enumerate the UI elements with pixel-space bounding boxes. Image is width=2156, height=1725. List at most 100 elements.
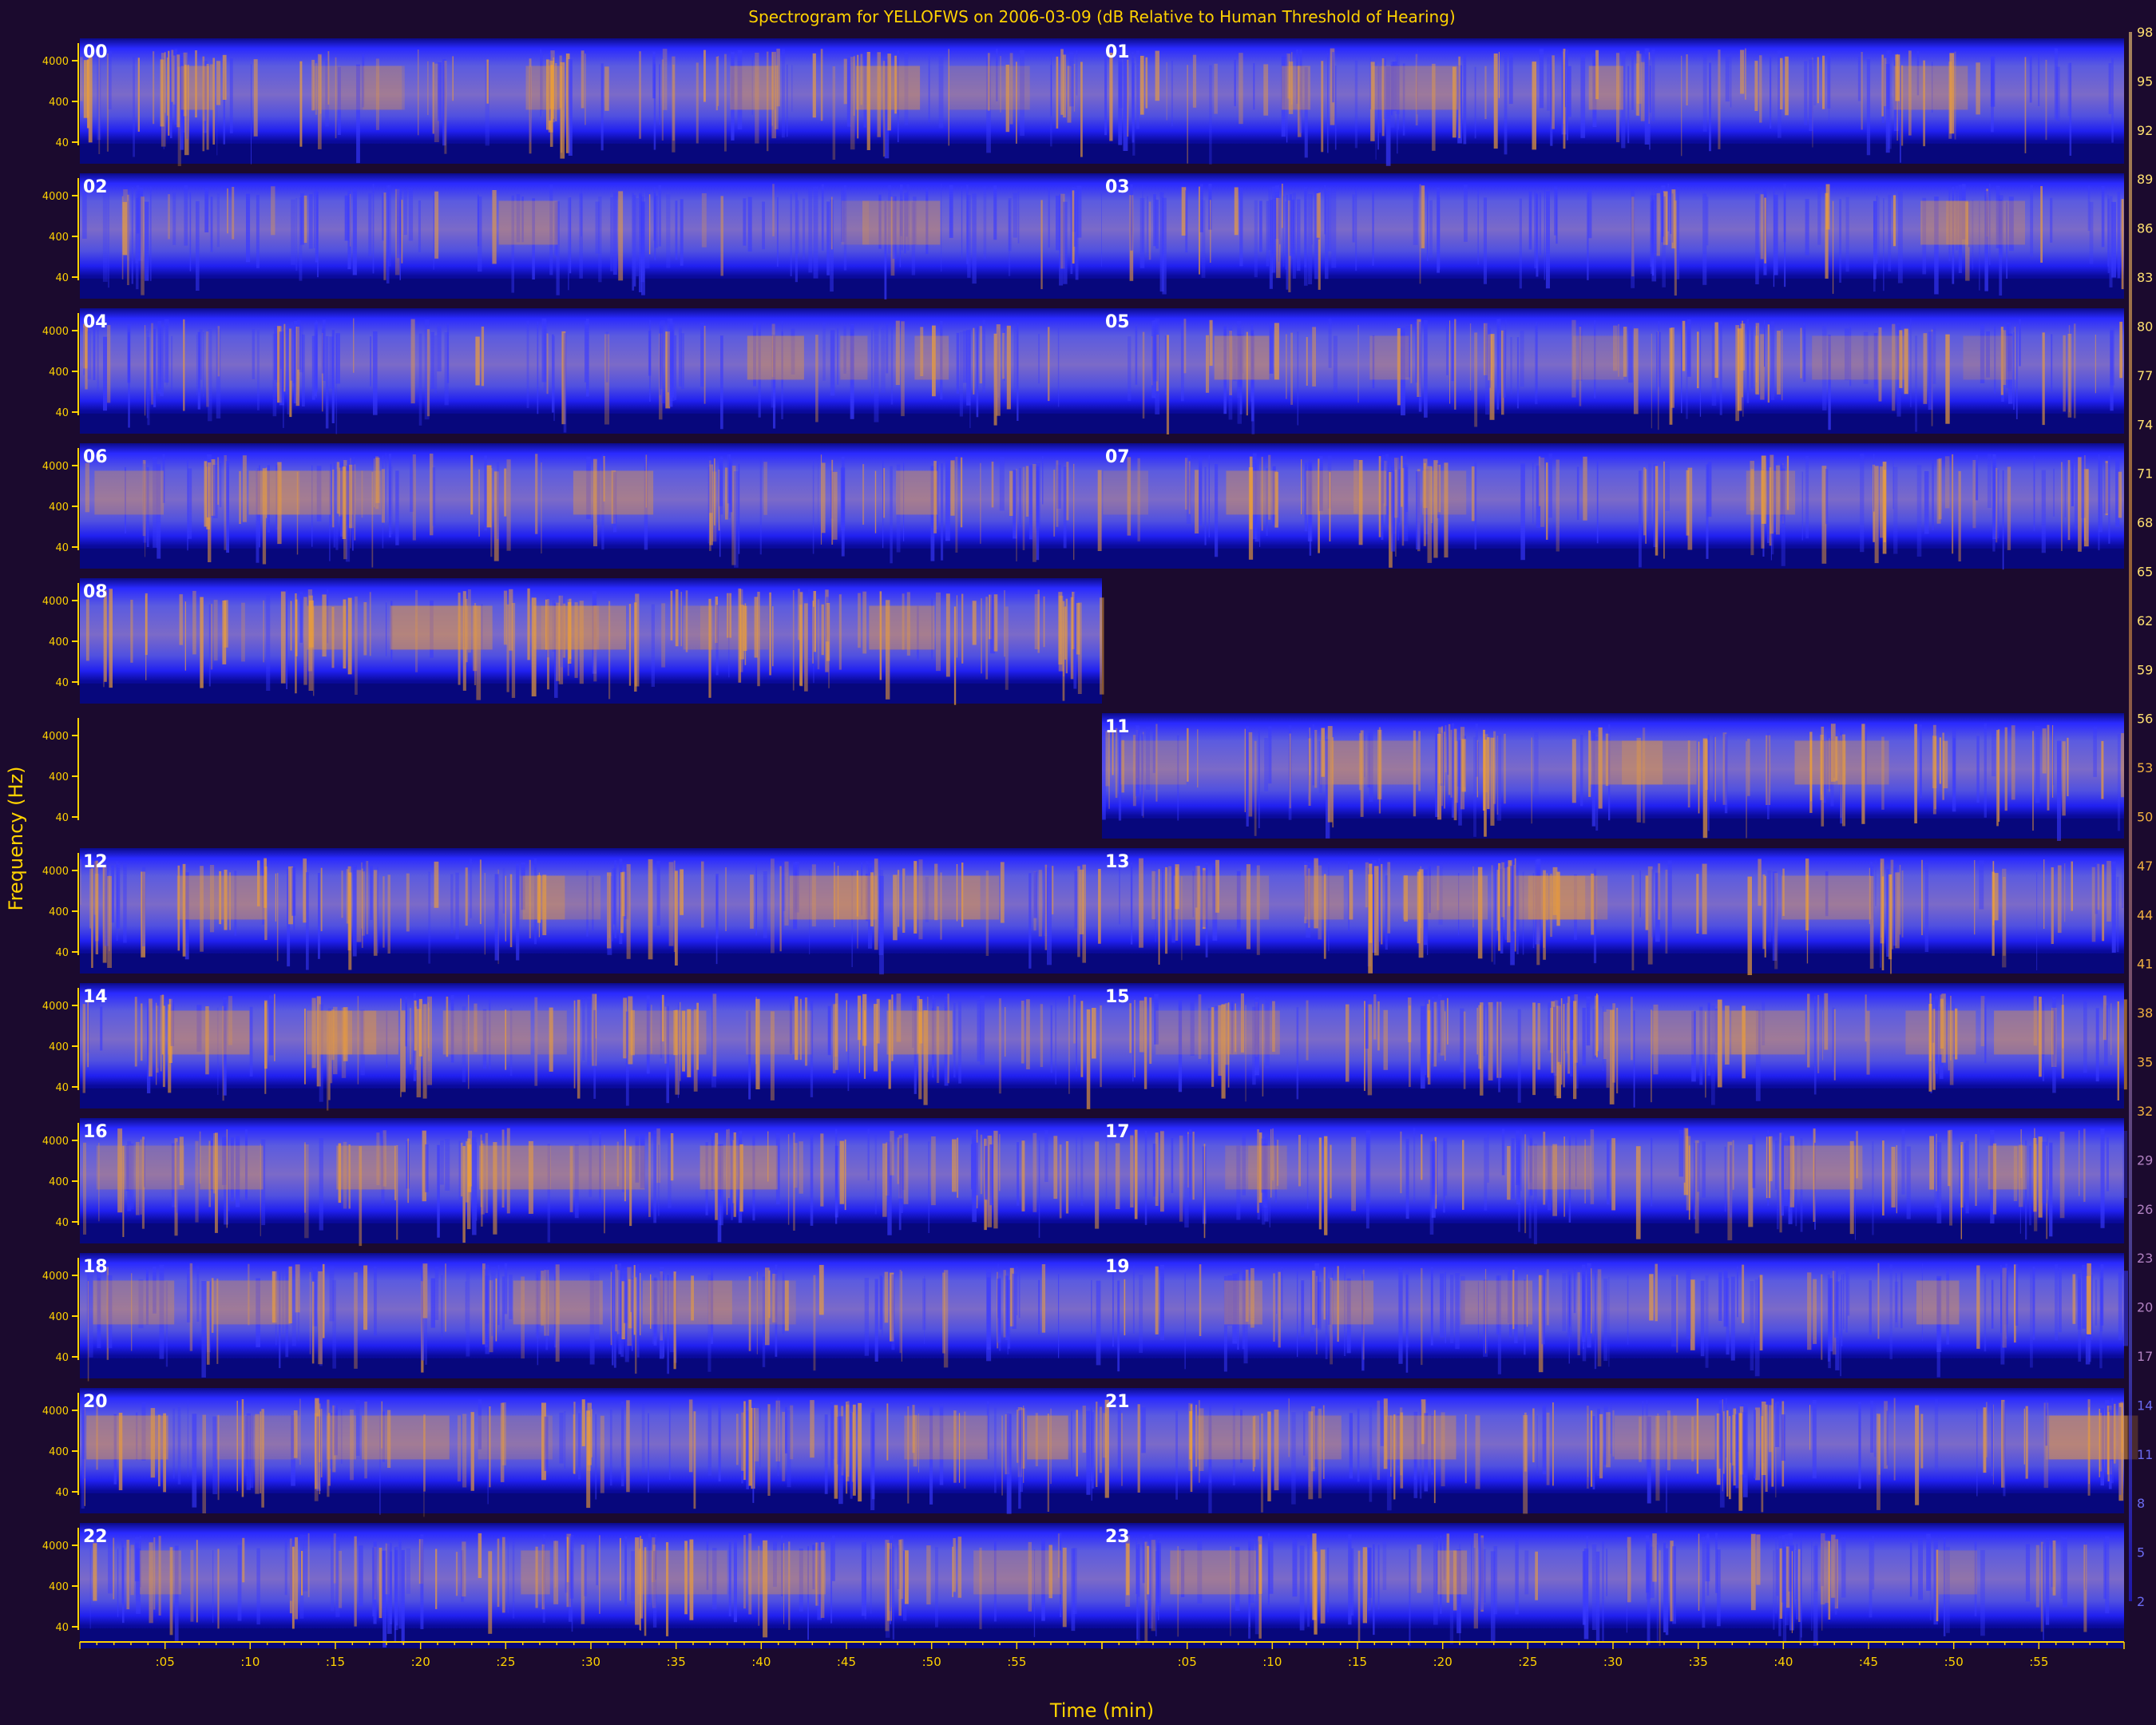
y-tick-label: 400 [49, 636, 69, 648]
spectral-streak [609, 1409, 612, 1486]
spectral-streak [1916, 465, 1922, 557]
spectral-streak [1707, 734, 1710, 831]
x-tick-label: :40 [1774, 1655, 1793, 1669]
spectral-streak [1606, 1549, 1607, 1596]
spectral-streak [219, 462, 222, 508]
spectral-streak [1633, 1010, 1635, 1108]
spectral-streak [1498, 999, 1500, 1092]
spectral-streak [102, 191, 108, 282]
spectral-streak [1612, 1410, 1615, 1457]
energy-burst [1518, 875, 1598, 920]
spectral-streak [1959, 1144, 1960, 1194]
spectral-streak [1006, 1414, 1012, 1514]
spectral-streak [1548, 453, 1552, 518]
spectral-streak [237, 1545, 242, 1621]
spectral-streak [208, 604, 211, 687]
spectral-streak [748, 1399, 752, 1486]
spectral-streak [422, 1263, 428, 1319]
spectral-streak [821, 462, 826, 533]
spectral-streak [2058, 1267, 2062, 1333]
spectral-streak [1944, 456, 1950, 509]
spectral-streak [2089, 201, 2094, 264]
y-axis-row-9: 400040040 [42, 1258, 79, 1364]
spectral-streak [1268, 726, 1272, 784]
spectral-streak [1147, 196, 1148, 258]
spectral-streak [790, 1405, 794, 1460]
spectral-streak [1246, 726, 1249, 827]
spectral-streak [1976, 736, 1980, 803]
spectral-streak [2106, 861, 2111, 922]
spectral-streak [1546, 1269, 1549, 1326]
spectral-streak [505, 875, 506, 942]
spectral-streak [1932, 327, 1936, 384]
spectral-streak [1119, 61, 1123, 109]
spectral-streak [2053, 468, 2055, 517]
spectral-streak [1586, 996, 1591, 1046]
spectral-streak [1857, 57, 1861, 101]
spectral-streak [658, 184, 661, 247]
spectral-streak [1995, 467, 1998, 543]
spectral-streak [383, 192, 386, 280]
spectral-streak [1539, 192, 1542, 256]
spectral-streak [87, 1281, 89, 1382]
spectral-streak [462, 1541, 466, 1597]
spectral-streak [1809, 1405, 1811, 1450]
spectral-streak [1421, 1267, 1423, 1366]
spectral-streak [1000, 862, 1005, 923]
spectral-streak [1053, 470, 1056, 537]
spectral-streak [222, 54, 227, 100]
spectral-streak [420, 1534, 424, 1629]
energy-burst [1225, 1145, 1287, 1190]
spectral-streak [1716, 1549, 1721, 1627]
spectral-streak [216, 61, 221, 105]
spectral-streak [1171, 60, 1173, 126]
spectral-streak [1750, 1533, 1756, 1611]
energy-burst [479, 1145, 551, 1190]
spectral-streak [1455, 1273, 1460, 1350]
spectral-streak [838, 594, 842, 670]
spectral-streak [422, 1004, 427, 1099]
low-band [1102, 1358, 2124, 1378]
spectral-streak [1130, 1135, 1134, 1208]
low-band [1102, 548, 2124, 569]
spectral-streak [537, 321, 539, 414]
spectral-streak [1515, 1538, 1519, 1615]
spectral-streak [1357, 1550, 1361, 1643]
spectral-streak [276, 873, 279, 962]
spectral-streak [1676, 187, 1680, 280]
spectral-streak [993, 185, 997, 240]
spectral-streak [1058, 1274, 1060, 1358]
spectral-streak [784, 861, 789, 926]
spectral-streak [232, 187, 235, 240]
spectral-streak [1204, 466, 1207, 545]
spectral-streak [2109, 196, 2113, 288]
hour-label: 22 [83, 1527, 108, 1547]
spectral-streak [1147, 1545, 1150, 1595]
spectral-streak [1056, 195, 1060, 251]
spectral-streak [1900, 1271, 1903, 1329]
spectral-streak [563, 332, 567, 433]
spectral-streak [145, 595, 147, 680]
spectral-streak [941, 463, 944, 561]
y-axis-row-2: 400040040 [42, 313, 79, 419]
spectral-streak [427, 1002, 429, 1049]
spectral-streak [1651, 333, 1652, 429]
energy-burst [1460, 1280, 1533, 1325]
spectral-streak [718, 1403, 721, 1482]
spectral-streak [1102, 732, 1106, 820]
spectral-streak [1448, 724, 1451, 795]
spectral-streak [1896, 1145, 1897, 1214]
spectral-streak [1331, 188, 1337, 268]
spectral-streak [1976, 62, 1980, 115]
energy-burst [862, 200, 941, 245]
spectral-streak [157, 1002, 159, 1069]
spectral-streak [776, 196, 779, 268]
energy-burst [748, 1550, 826, 1595]
spectral-streak [867, 1128, 870, 1181]
spectral-streak [2118, 471, 2122, 518]
spectral-streak [1304, 186, 1308, 286]
spectral-streak [1986, 1402, 1988, 1457]
spectral-streak [630, 1266, 632, 1312]
spectral-streak [128, 332, 130, 428]
spectral-streak [304, 1008, 306, 1085]
